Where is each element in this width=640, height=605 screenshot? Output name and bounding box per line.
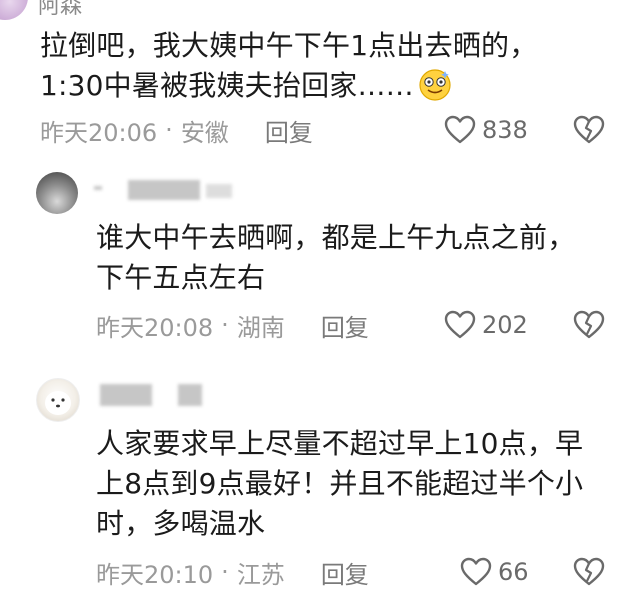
avatar[interactable] xyxy=(36,378,80,422)
username[interactable]: 阿森 xyxy=(38,0,82,20)
username-redacted xyxy=(206,184,232,198)
comment-meta: 昨天20:10 · 江苏 回复 xyxy=(96,555,369,589)
timestamp: 昨天20:10 xyxy=(96,560,214,589)
like-button[interactable]: 66 xyxy=(460,555,529,589)
username-redacted xyxy=(94,186,102,190)
comment-line-text: 1:30中暑被我姨夫抬回家…… xyxy=(40,69,414,102)
comment-meta: 昨天20:08 · 湖南 回复 xyxy=(96,308,369,342)
location: 江苏 xyxy=(236,560,285,589)
comment-meta: 昨天20:06 · 安徽 回复 xyxy=(40,113,313,147)
like-count: 838 xyxy=(482,116,528,144)
comment-line: 上8点到9点最好！并且不能超过半个小 xyxy=(96,467,584,500)
comment-text: 拉倒吧，我大姨中午下午1点出去晒的， 1:30中暑被我姨夫抬回家…… xyxy=(40,26,620,106)
avatar[interactable] xyxy=(0,0,28,20)
comment-line: 人家要求早上尽量不超过早上10点，早 xyxy=(96,427,584,460)
separator: · xyxy=(165,116,173,144)
comment-line: 谁大中午去晒啊，都是上午九点之前， xyxy=(96,221,576,254)
avatar[interactable] xyxy=(36,172,78,214)
comment-text: 谁大中午去晒啊，都是上午九点之前， 下午五点左右 xyxy=(96,218,616,298)
reply-button[interactable]: 回复 xyxy=(321,308,369,343)
dizzy-smile-emoji-icon xyxy=(419,69,451,101)
comment-text: 人家要求早上尽量不超过早上10点，早 上8点到9点最好！并且不能超过半个小 时，… xyxy=(96,424,616,544)
reply-button[interactable]: 回复 xyxy=(321,555,369,590)
like-button[interactable]: 202 xyxy=(444,308,528,342)
broken-heart-icon[interactable] xyxy=(573,310,605,340)
comment-line: 时，多喝温水 xyxy=(96,507,266,540)
username-redacted xyxy=(128,180,200,200)
comment-line: 拉倒吧，我大姨中午下午1点出去晒的， xyxy=(40,29,538,62)
separator: · xyxy=(221,558,229,586)
broken-heart-icon[interactable] xyxy=(573,115,605,145)
reply-button[interactable]: 回复 xyxy=(265,113,313,148)
location: 安徽 xyxy=(180,118,229,147)
comment-line: 下午五点左右 xyxy=(96,261,266,294)
broken-heart-icon[interactable] xyxy=(573,557,605,587)
like-count: 202 xyxy=(482,311,528,339)
heart-outline-icon xyxy=(460,557,492,586)
timestamp: 昨天20:08 xyxy=(96,313,214,342)
location: 湖南 xyxy=(236,313,285,342)
separator: · xyxy=(221,311,229,339)
comment-line: 1:30中暑被我姨夫抬回家…… xyxy=(40,66,620,106)
like-button[interactable]: 838 xyxy=(444,113,528,147)
username-redacted xyxy=(100,384,152,406)
like-count: 66 xyxy=(498,558,529,586)
username-redacted xyxy=(178,384,202,406)
timestamp: 昨天20:06 xyxy=(40,118,158,147)
heart-outline-icon xyxy=(444,310,476,339)
heart-outline-icon xyxy=(444,115,476,144)
dog-avatar-icon xyxy=(45,391,71,415)
